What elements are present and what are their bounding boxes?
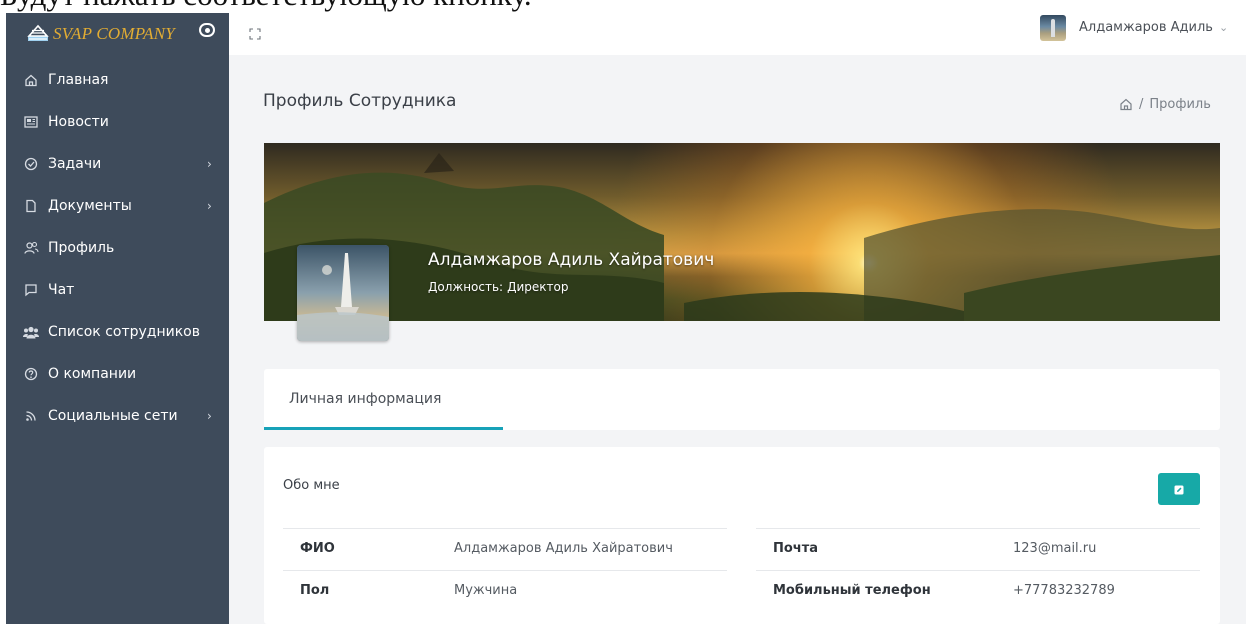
check-circle-icon <box>22 155 40 173</box>
table-row: Мобильный телефон +77783232789 <box>756 570 1200 612</box>
sidebar-item-employees[interactable]: Список сотрудников <box>6 314 229 350</box>
document-text-snippet: Будут нажать соответствующую кнопку. <box>0 0 960 13</box>
avatar[interactable] <box>1040 15 1066 41</box>
breadcrumb-separator: / <box>1139 96 1144 112</box>
home-icon <box>22 71 40 89</box>
edit-icon <box>1174 480 1184 499</box>
sidebar-item-documents[interactable]: Документы › <box>6 188 229 224</box>
main-content: Профиль Сотрудника / Профиль Алдамжаров … <box>229 55 1246 624</box>
chevron-right-icon: › <box>207 409 212 423</box>
sidebar-item-label: Документы <box>48 198 132 214</box>
sidebar-item-social[interactable]: Социальные сети › <box>6 398 229 434</box>
info-table-left: ФИО Алдамжаров Адиль Хайратович Пол Мужч… <box>283 528 727 612</box>
sidebar-item-label: Чат <box>48 282 75 298</box>
profile-avatar[interactable] <box>297 245 389 341</box>
about-card: Обо мне ФИО Алдамжаров Адиль Хайратович … <box>264 447 1220 624</box>
info-table-right: Почта 123@mail.ru Мобильный телефон +777… <box>756 528 1200 612</box>
help-circle-icon <box>22 365 40 383</box>
sidebar-item-chat[interactable]: Чат <box>6 272 229 308</box>
breadcrumb-current: Профиль <box>1149 96 1211 112</box>
card-title: Обо мне <box>283 478 340 493</box>
sidebar-item-about[interactable]: О компании <box>6 356 229 392</box>
group-icon <box>22 323 40 341</box>
edit-button[interactable] <box>1158 473 1200 505</box>
sidebar: SVAP COMPANY Главная Новости Задачи › До… <box>6 13 229 624</box>
info-key: Почта <box>773 541 819 556</box>
sidebar-item-label: Задачи <box>48 156 102 172</box>
position-label: Должность: <box>428 280 504 294</box>
sidebar-item-news[interactable]: Новости <box>6 104 229 140</box>
table-row: Почта 123@mail.ru <box>756 528 1200 570</box>
fullscreen-icon[interactable] <box>249 25 261 40</box>
table-row: Пол Мужчина <box>283 570 727 612</box>
sidebar-item-label: О компании <box>48 366 137 382</box>
page-title: Профиль Сотрудника <box>263 91 457 111</box>
info-key: Мобильный телефон <box>773 583 931 598</box>
sidebar-item-home[interactable]: Главная <box>6 62 229 98</box>
sidebar-item-profile[interactable]: Профиль <box>6 230 229 266</box>
position-value: Директор <box>507 280 569 294</box>
topbar: Алдамжаров Адиль ⌄ <box>229 13 1246 55</box>
profile-position: Должность: Директор <box>428 280 568 294</box>
profile-name: Алдамжаров Адиль Хайратович <box>428 250 715 270</box>
building-icon <box>27 22 49 42</box>
sidebar-item-tasks[interactable]: Задачи › <box>6 146 229 182</box>
info-value: Мужчина <box>454 583 518 598</box>
newspaper-icon <box>22 113 40 131</box>
chevron-down-icon[interactable]: ⌄ <box>1219 21 1228 34</box>
info-key: ФИО <box>300 541 335 556</box>
info-key: Пол <box>300 583 330 598</box>
profile-cover-image <box>264 143 1220 321</box>
brand[interactable]: SVAP COMPANY <box>6 13 229 57</box>
info-value: Алдамжаров Адиль Хайратович <box>454 541 673 556</box>
tab-personal-info[interactable]: Личная информация <box>264 369 503 430</box>
toggle-icon[interactable] <box>199 23 215 37</box>
home-icon[interactable] <box>1119 97 1133 111</box>
sidebar-item-label: Список сотрудников <box>48 324 200 340</box>
profile-tabs: Личная информация <box>264 369 1220 430</box>
user-name[interactable]: Алдамжаров Адиль <box>1079 20 1213 35</box>
sidebar-item-label: Социальные сети <box>48 408 178 424</box>
table-row: ФИО Алдамжаров Адиль Хайратович <box>283 528 727 570</box>
sidebar-item-label: Главная <box>48 72 109 88</box>
info-value: 123@mail.ru <box>1013 541 1097 556</box>
users-icon <box>22 239 40 257</box>
document-icon <box>22 197 40 215</box>
rss-icon <box>22 407 40 425</box>
brand-name: SVAP COMPANY <box>53 24 175 43</box>
sidebar-item-label: Профиль <box>48 240 115 256</box>
info-value: +77783232789 <box>1013 583 1115 598</box>
tab-label: Личная информация <box>289 391 442 407</box>
chevron-right-icon: › <box>207 157 212 171</box>
chevron-right-icon: › <box>207 199 212 213</box>
chat-icon <box>22 281 40 299</box>
sidebar-item-label: Новости <box>48 114 109 130</box>
breadcrumb: / Профиль <box>1119 95 1211 113</box>
